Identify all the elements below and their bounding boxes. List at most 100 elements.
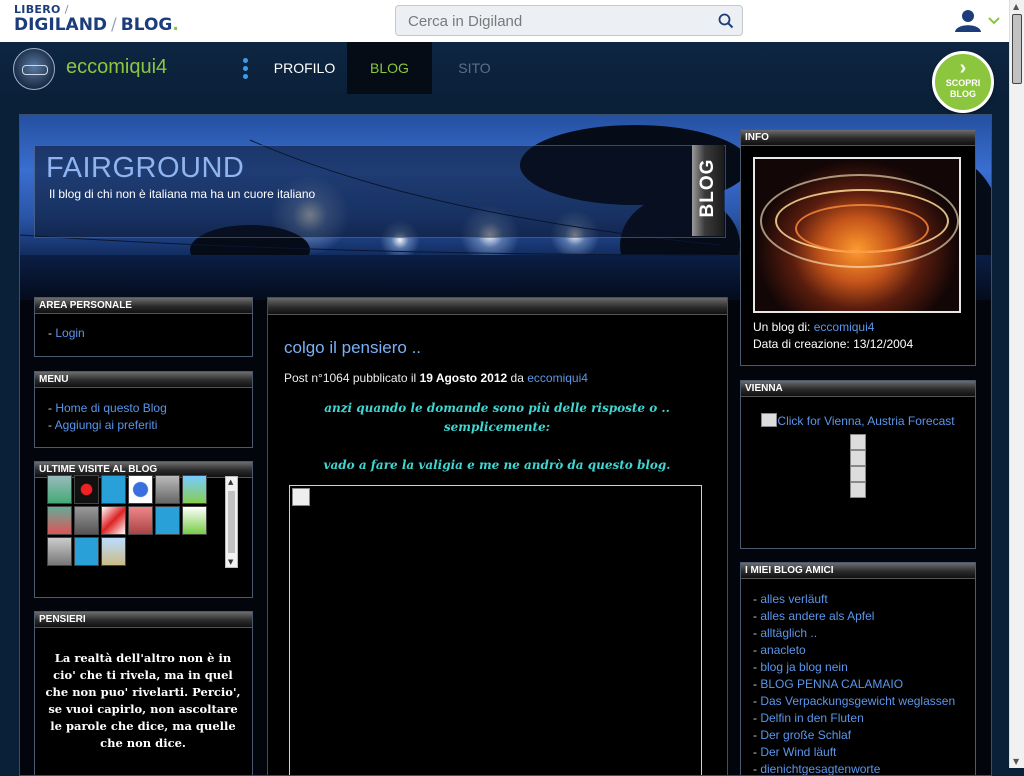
visitor-avatar[interactable] <box>182 506 207 535</box>
post-author-link[interactable]: eccomiqui4 <box>527 371 588 385</box>
list-item: - BLOG PENNA CALAMAIO <box>753 677 904 691</box>
list-item: - alles verläuft <box>753 592 828 606</box>
ultime-visite-widget: ULTIME VISITE AL BLOG ▲ ▼ <box>34 461 253 598</box>
broken-image-icon <box>292 488 310 506</box>
blog-frame: FAIRGROUND Il blog di chi non è italiana… <box>19 114 992 776</box>
friend-blog-link[interactable]: alltäglich .. <box>760 626 817 640</box>
area-personale-widget: AREA PERSONALE - Login <box>34 297 253 357</box>
list-item: - blog ja blog nein <box>753 660 848 674</box>
logo-blog: BLOG <box>120 15 173 35</box>
weather-image <box>850 466 866 482</box>
list-item: - Aggiungi ai preferiti <box>48 418 158 432</box>
scroll-thumb[interactable] <box>1012 14 1022 84</box>
visitor-avatar[interactable] <box>128 506 153 535</box>
blog-owner-link[interactable]: eccomiqui4 <box>814 320 875 334</box>
blog-amici-widget: I MIEI BLOG AMICI - alles verläuft - all… <box>740 562 976 776</box>
post-image <box>289 485 702 775</box>
friend-blog-link[interactable]: alles verläuft <box>760 592 827 606</box>
logo-digiland: DIGILAND <box>14 15 108 35</box>
visitor-avatar[interactable] <box>74 537 99 566</box>
page-scrollbar[interactable]: ▲ ▼ <box>1009 0 1024 768</box>
visitor-avatar[interactable] <box>74 475 99 504</box>
blog-title[interactable]: FAIRGROUND <box>46 152 244 185</box>
friend-blog-link[interactable]: anacleto <box>760 643 805 657</box>
visitor-avatar[interactable] <box>101 537 126 566</box>
post-header-bar <box>268 298 727 315</box>
friend-blog-link[interactable]: BLOG PENNA CALAMAIO <box>760 677 903 691</box>
list-item: - alles andere als Apfel <box>753 609 875 623</box>
list-item: - alltäglich .. <box>753 626 818 640</box>
list-item: - Delfin in den Fluten <box>753 711 864 725</box>
friend-blog-link[interactable]: dienichtgesagtenworte <box>760 762 880 775</box>
blog-vertical-label: BLOG <box>692 145 724 236</box>
search-input[interactable] <box>406 12 710 31</box>
broken-image-icon <box>761 413 778 427</box>
login-link[interactable]: Login <box>55 326 84 340</box>
blog-owner-label: Un blog di: <box>753 320 811 334</box>
scopri-blog-button[interactable]: › SCOPRI BLOG <box>932 51 994 113</box>
chevron-right-icon: › <box>959 57 967 79</box>
vienna-forecast-link[interactable]: Click for Vienna, Austria Forecast <box>777 414 954 428</box>
post-meta: Post n°1064 pubblicato il 19 Agosto 2012… <box>284 371 588 385</box>
visitor-avatar[interactable] <box>128 475 153 504</box>
fairground-photo <box>753 157 961 313</box>
search-box <box>395 5 743 36</box>
widget-title: I MIEI BLOG AMICI <box>741 563 975 579</box>
widget-title: VIENNA <box>741 381 975 397</box>
vienna-widget: VIENNA Click for Vienna, Austria Forecas… <box>740 380 976 549</box>
tab-blog[interactable]: BLOG <box>347 42 432 94</box>
list-item: - Der große Schlaf <box>753 728 852 742</box>
friend-blog-link[interactable]: alles andere als Apfel <box>760 609 874 623</box>
visitor-avatar[interactable] <box>74 506 99 535</box>
username[interactable]: eccomiqui4 <box>66 56 167 79</box>
visitor-avatar[interactable] <box>47 475 72 504</box>
menu-widget: MENU - Home di questo Blog - Aggiungi ai… <box>34 371 253 448</box>
digiland-blog-logo[interactable]: LIBERO / DIGILAND / BLOG. <box>14 4 179 34</box>
friend-blog-link[interactable]: blog ja blog nein <box>760 660 847 674</box>
add-favorites-link[interactable]: Aggiungi ai preferiti <box>55 418 158 432</box>
list-item: - dienichtgesagtenworte <box>753 762 881 776</box>
top-bar: LIBERO / DIGILAND / BLOG. <box>0 0 1009 43</box>
widget-title: MENU <box>35 372 252 388</box>
list-item: - Home di questo Blog <box>48 401 167 415</box>
list-item: - Der Wind läuft <box>753 745 837 759</box>
widget-title: PENSIERI <box>35 612 252 628</box>
visitor-avatar[interactable] <box>101 506 126 535</box>
friend-blog-link[interactable]: Der große Schlaf <box>760 728 851 742</box>
info-widget: INFO Un blog di: eccomiqui4 Data di crea… <box>740 129 976 366</box>
friend-blog-link[interactable]: Delfin in den Fluten <box>760 711 863 725</box>
search-icon[interactable] <box>718 13 734 29</box>
scroll-up-icon[interactable]: ▲ <box>1013 2 1019 11</box>
list-item: - anacleto <box>753 643 806 657</box>
visitor-avatar[interactable] <box>101 475 126 504</box>
blog-subtitle: Il blog di chi non è italiana ma ha un c… <box>49 187 316 201</box>
creation-date-label: Data di creazione: <box>753 337 850 351</box>
tab-profilo[interactable]: PROFILO <box>262 42 347 94</box>
visitors-scrollbar[interactable]: ▲ ▼ <box>225 476 238 568</box>
home-blog-link[interactable]: Home di questo Blog <box>55 401 166 415</box>
list-item: - Das Verpackungsgewicht weglassen <box>753 694 956 708</box>
widget-title: AREA PERSONALE <box>35 298 252 314</box>
post-date: 19 Agosto 2012 <box>419 371 508 385</box>
pensieri-quote: La realtà dell'altro non è in cio' che t… <box>45 651 241 750</box>
weather-image <box>850 450 866 466</box>
visitor-avatar[interactable] <box>155 475 180 504</box>
more-options-icon[interactable] <box>243 58 249 82</box>
visitor-avatar[interactable] <box>47 506 72 535</box>
user-menu-icon[interactable] <box>952 8 1002 34</box>
weather-image <box>850 482 866 498</box>
blog-title-box: FAIRGROUND Il blog di chi non è italiana… <box>34 145 726 238</box>
blog-post: colgo il pensiero .. Post n°1064 pubblic… <box>267 297 728 775</box>
friend-blog-link[interactable]: Der Wind läuft <box>760 745 836 759</box>
friend-blog-link[interactable]: Das Verpackungsgewicht weglassen <box>760 694 955 708</box>
avatar[interactable] <box>13 48 55 90</box>
scroll-down-icon[interactable]: ▼ <box>1013 757 1019 766</box>
tab-sito[interactable]: SITO <box>432 42 517 94</box>
post-body: anzi quando le domande sono più delle ri… <box>323 401 671 472</box>
weather-image <box>850 434 866 450</box>
profile-header: eccomiqui4 PROFILO BLOG SITO <box>0 42 1009 94</box>
visitor-avatar[interactable] <box>155 506 180 535</box>
visitor-avatar[interactable] <box>182 475 207 504</box>
post-title[interactable]: colgo il pensiero .. <box>284 338 421 358</box>
visitor-avatar[interactable] <box>47 537 72 566</box>
